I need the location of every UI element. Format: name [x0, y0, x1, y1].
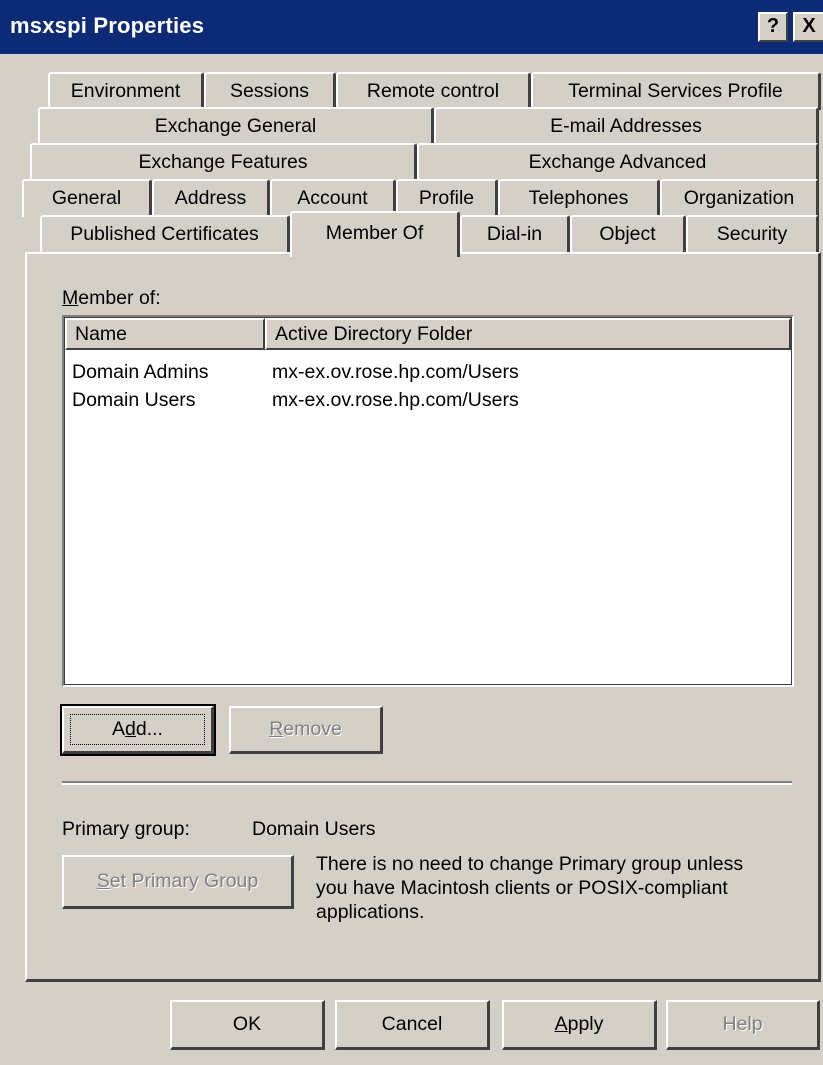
primary-group-value: Domain Users: [252, 818, 376, 840]
note-line-3: applications.: [316, 901, 425, 923]
close-icon[interactable]: X: [793, 12, 823, 42]
tab-organization[interactable]: Organization: [660, 179, 819, 217]
row-folder: mx-ex.ov.rose.hp.com/Users: [272, 361, 519, 383]
tab-general[interactable]: General: [22, 179, 152, 217]
cancel-button[interactable]: Cancel: [335, 1000, 490, 1050]
set-primary-group-button[interactable]: Set Primary Group: [62, 855, 294, 909]
row-name: Domain Admins: [72, 361, 209, 383]
ok-button[interactable]: OK: [170, 1000, 325, 1050]
tab-email-addresses[interactable]: E-mail Addresses: [434, 107, 819, 145]
column-header-folder[interactable]: Active Directory Folder: [265, 318, 791, 350]
tab-dial-in[interactable]: Dial-in: [460, 215, 570, 253]
member-of-list[interactable]: Name Active Directory Folder Domain Admi…: [62, 315, 794, 687]
tab-sessions[interactable]: Sessions: [204, 72, 336, 110]
tab-object[interactable]: Object: [570, 215, 686, 253]
primary-group-note: There is no need to change Primary group…: [316, 852, 743, 924]
add-button[interactable]: Add...: [60, 704, 216, 756]
tab-address[interactable]: Address: [152, 179, 270, 217]
tab-remote-control[interactable]: Remote control: [336, 72, 531, 110]
member-of-label-mnemonic: M: [62, 287, 79, 309]
tab-exchange-features[interactable]: Exchange Features: [30, 143, 417, 181]
tab-exchange-advanced[interactable]: Exchange Advanced: [417, 143, 819, 181]
column-header-name[interactable]: Name: [65, 318, 265, 350]
help-icon[interactable]: ?: [758, 12, 788, 42]
help-button[interactable]: Help: [666, 1000, 820, 1050]
tab-telephones[interactable]: Telephones: [498, 179, 660, 217]
remove-label-text: emove: [283, 718, 342, 740]
note-line-2: you have Macintosh clients or POSIX-comp…: [316, 877, 728, 899]
member-of-label: Member of:: [62, 287, 161, 310]
tab-exchange-general[interactable]: Exchange General: [38, 107, 434, 145]
member-of-label-text: ember of:: [78, 287, 161, 309]
apply-mnemonic: A: [554, 1013, 568, 1035]
apply-button[interactable]: Apply: [502, 1000, 657, 1050]
primary-group-label: Primary group:: [62, 818, 190, 840]
separator: [62, 781, 792, 785]
row-name: Domain Users: [72, 389, 196, 411]
tab-security[interactable]: Security: [686, 215, 819, 253]
remove-button[interactable]: Remove: [229, 706, 383, 754]
remove-label-mnemonic: R: [269, 718, 284, 740]
focus-rect: [70, 714, 205, 745]
tab-published-certificates[interactable]: Published Certificates: [40, 215, 290, 253]
set-primary-label: et Primary Group: [109, 870, 259, 892]
properties-dialog: msxspi Properties ? X Environment Sessio…: [0, 0, 823, 1065]
set-primary-mnemonic: S: [96, 870, 110, 892]
tab-member-of[interactable]: Member Of: [290, 211, 460, 257]
tab-environment[interactable]: Environment: [48, 72, 204, 110]
tab-terminal-services-profile[interactable]: Terminal Services Profile: [531, 72, 821, 110]
title-bar[interactable]: msxspi Properties ? X: [0, 0, 823, 54]
note-line-1: There is no need to change Primary group…: [316, 853, 744, 875]
row-folder: mx-ex.ov.rose.hp.com/Users: [272, 389, 519, 411]
window-title: msxspi Properties: [10, 13, 205, 38]
apply-label: pply: [567, 1013, 604, 1035]
